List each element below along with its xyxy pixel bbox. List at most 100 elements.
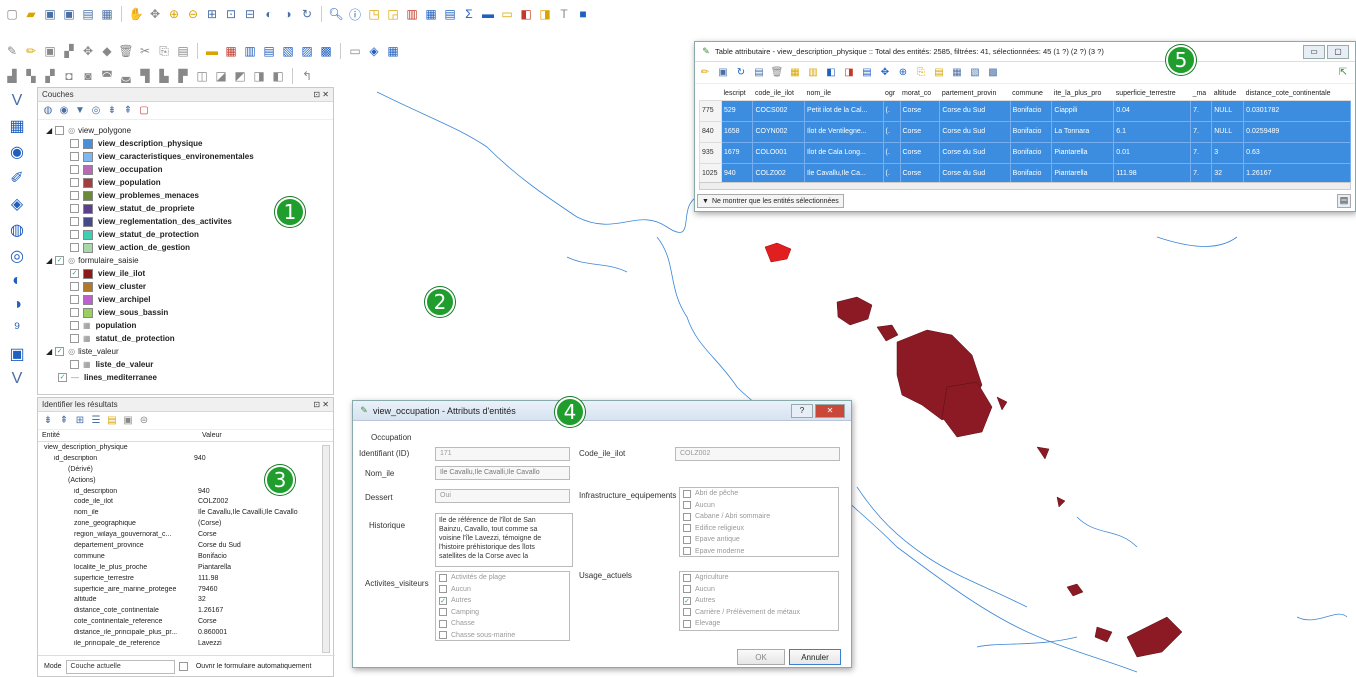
attribute-table-icon[interactable]: ▦ [423, 6, 439, 22]
deselect-all-icon[interactable]: ◨ [843, 67, 855, 79]
column-header[interactable]: code_ile_ilot [752, 88, 805, 101]
table-hscrollbar[interactable] [699, 182, 1351, 190]
panel-float-close-icon[interactable]: ⊡ ✕ [313, 90, 329, 99]
table-cell[interactable]: COCS002 [752, 99, 806, 122]
merge-features-icon[interactable]: ◩ [232, 68, 248, 84]
table-cell[interactable]: 0.63 [1243, 141, 1351, 164]
advanced-digitize-icon[interactable]: ▟ [4, 68, 20, 84]
id-field[interactable]: 171 [435, 447, 570, 461]
table-cell[interactable]: 7. [1190, 120, 1213, 143]
list-item[interactable]: Edifice religieux [680, 523, 838, 535]
bookmark-icon[interactable]: ◨ [537, 6, 553, 22]
row-number[interactable]: 935 [699, 141, 722, 164]
help-button[interactable]: ? [791, 403, 813, 418]
pin-labels-icon[interactable]: ▥ [242, 43, 258, 59]
move-feature-icon[interactable]: ✥ [80, 43, 96, 59]
move-label-icon[interactable]: ▧ [280, 43, 296, 59]
label-icon[interactable]: ▬ [204, 43, 220, 59]
table-row[interactable]: 935 1679 COLO001 Ilot de Cala Long... (. Cors… [699, 141, 1351, 164]
text-annotation-icon[interactable]: T [556, 6, 572, 22]
filter-legend-icon[interactable]: ▼ [74, 105, 86, 117]
list-checkbox[interactable] [683, 585, 691, 594]
table-cell[interactable]: 7. [1190, 99, 1213, 122]
list-checkbox[interactable] [683, 535, 691, 544]
table-cell[interactable]: Corse du Sud [939, 99, 1011, 122]
zoom-full-icon[interactable]: ⊞ [204, 6, 220, 22]
layer-checkbox[interactable] [70, 230, 79, 239]
save-edits-icon[interactable]: ▣ [42, 43, 58, 59]
table-cell[interactable]: Petit ilot de la Cal... [804, 99, 884, 122]
reload-icon[interactable]: ↻ [735, 67, 747, 79]
dock-icon[interactable]: ⇱ [1337, 67, 1349, 79]
table-cell[interactable]: Ilot de Ventilegne... [804, 120, 884, 143]
table-cell[interactable]: COYN002 [752, 120, 806, 143]
map-tips-icon[interactable]: ◧ [518, 6, 534, 22]
layer-checkbox[interactable]: ✓ [58, 373, 67, 382]
table-cell[interactable]: 3 [1211, 141, 1245, 164]
remove-layer-icon[interactable]: ▢ [138, 105, 150, 117]
layer-item[interactable]: view_statut_de_protection [46, 228, 333, 241]
zoom-next-icon[interactable]: ◑ [280, 6, 296, 22]
save-as-icon[interactable]: ▣ [61, 6, 77, 22]
add-ring-icon[interactable]: ◘ [61, 68, 77, 84]
table-cell[interactable]: Ciappili [1051, 99, 1115, 122]
zoom-last-icon[interactable]: ◐ [261, 6, 277, 22]
layer-item[interactable]: view_sous_bassin [46, 306, 333, 319]
composer-icon[interactable]: ▦ [99, 6, 115, 22]
column-header[interactable]: nom_ile [804, 88, 884, 101]
add-part-icon[interactable]: ◙ [80, 68, 96, 84]
print-layout-icon[interactable]: ▤ [80, 6, 96, 22]
print-icon[interactable]: ▣ [122, 415, 134, 427]
selected-island[interactable] [764, 242, 792, 263]
layer-group[interactable]: ◢ ◎ view_polygone [46, 124, 333, 137]
table-cell[interactable]: (. [882, 120, 901, 143]
table-cell[interactable]: 1679 [720, 141, 754, 164]
row-number[interactable]: 1025 [699, 162, 722, 185]
column-header[interactable]: partement_provin [939, 88, 1011, 101]
row-number[interactable]: 775 [699, 99, 722, 122]
table-cell[interactable]: Corse du Sud [939, 141, 1011, 164]
result-feature-node[interactable]: id_description 940 [44, 453, 333, 464]
paste-features-icon[interactable]: ▤ [933, 67, 945, 79]
usage-list[interactable]: Agriculture Aucun ✓ Autres Carrière / Prélèv… [679, 571, 839, 631]
layer-group[interactable]: ◢ ✓ ◎ liste_valeur [46, 345, 333, 358]
table-cell[interactable]: 1658 [720, 120, 754, 143]
layer-item[interactable]: ▦ liste_de_valeur [46, 358, 333, 371]
add-oracle-layer-icon[interactable]: ◍ [6, 220, 28, 240]
list-checkbox[interactable]: ✓ [683, 596, 691, 605]
add-postgis-layer-icon[interactable]: ◉ [6, 142, 28, 162]
add-wfs-layer-icon[interactable]: ◑ [6, 296, 28, 314]
table-cell[interactable]: 1.26167 [1243, 162, 1351, 185]
list-item[interactable]: Cabane / Abri sommaire [680, 511, 838, 523]
list-checkbox[interactable]: ✓ [439, 596, 447, 605]
table-cell[interactable]: Bonifacio [1009, 99, 1053, 122]
column-header[interactable]: distance_cote_continentale [1243, 88, 1351, 101]
table-cell[interactable]: (. [882, 141, 901, 164]
hist-textarea[interactable]: Ile de référence de l'îlot de San Bainzu… [435, 513, 573, 567]
python-icon[interactable]: ◈ [366, 43, 382, 59]
table-cell[interactable]: La Tonnara [1051, 120, 1115, 143]
layer-item[interactable]: view_population [46, 176, 333, 189]
layer-item[interactable]: ▦ population [46, 319, 333, 332]
add-vector-layer-icon[interactable]: V [6, 92, 28, 110]
field-calc-icon[interactable]: ▩ [987, 67, 999, 79]
table-cell[interactable]: Bonifacio [1009, 162, 1053, 185]
layer-item[interactable]: view_archipel [46, 293, 333, 306]
row-number[interactable]: 840 [699, 120, 722, 143]
layer-checkbox[interactable]: ✓ [70, 269, 79, 278]
zoom-out-icon[interactable]: ⊖ [185, 6, 201, 22]
list-checkbox[interactable] [683, 608, 691, 617]
table-row[interactable]: 1025 940 COLZ002 Ile Cavallu,Ile Ca... (. Cor… [699, 162, 1351, 185]
list-item[interactable]: Epave antique [680, 534, 838, 546]
table-cell[interactable]: NULL [1211, 120, 1245, 143]
delete-ring-icon[interactable]: ◛ [118, 68, 134, 84]
layer-checkbox[interactable] [70, 282, 79, 291]
delete-field-icon[interactable]: ▧ [969, 67, 981, 79]
rotate-symbols-icon[interactable]: ◧ [270, 68, 286, 84]
add-raster-layer-icon[interactable]: ▦ [6, 116, 28, 136]
table-cell[interactable]: 529 [720, 99, 754, 122]
list-item[interactable]: Agriculture [680, 572, 838, 584]
clear-results-icon[interactable]: ☰ [90, 415, 102, 427]
expand-tree-icon[interactable]: ⇟ [42, 415, 54, 427]
form-view-icon[interactable]: ▤ [1337, 194, 1351, 208]
